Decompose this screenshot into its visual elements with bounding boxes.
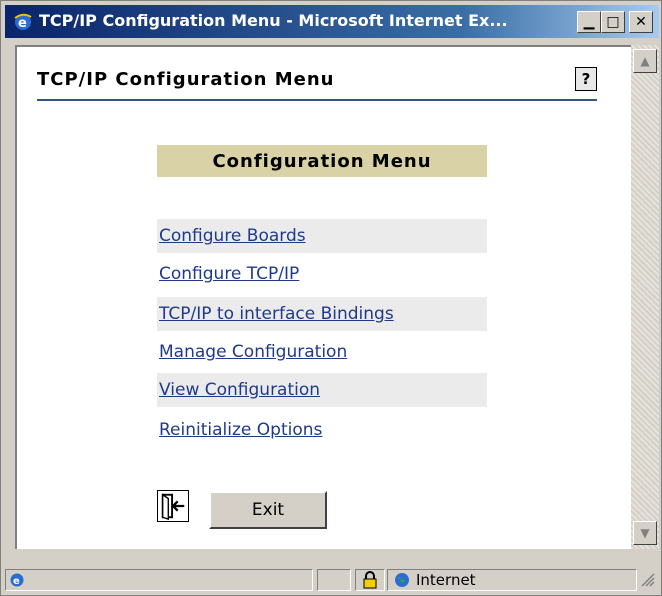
globe-icon bbox=[395, 573, 409, 587]
menu-item-tcpip-bindings: TCP/IP to interface Bindings bbox=[157, 297, 487, 331]
close-icon: ✕ bbox=[635, 14, 647, 30]
vertical-scrollbar[interactable]: ▲ ▼ bbox=[631, 45, 659, 549]
status-bar: e Internet bbox=[5, 568, 659, 593]
manage-configuration-link[interactable]: Manage Configuration bbox=[159, 342, 347, 362]
page-content: TCP/IP Configuration Menu ? Configuratio… bbox=[15, 45, 631, 549]
status-zone-cell: Internet bbox=[387, 569, 637, 591]
resize-grip[interactable] bbox=[637, 569, 659, 591]
zone-label: Internet bbox=[416, 571, 476, 589]
arrow-down-icon: ▼ bbox=[640, 526, 650, 540]
menu-item-view-configuration: View Configuration bbox=[157, 373, 487, 407]
browser-window: e TCP/IP Configuration Menu - Microsoft … bbox=[0, 0, 662, 596]
menu-item-manage-configuration: Manage Configuration bbox=[157, 335, 487, 369]
arrow-up-icon: ▲ bbox=[640, 54, 650, 68]
view-configuration-link[interactable]: View Configuration bbox=[159, 380, 320, 400]
menu-item-configure-tcpip: Configure TCP/IP bbox=[157, 257, 487, 291]
status-main-cell: e bbox=[5, 569, 313, 591]
page-icon: e bbox=[10, 573, 24, 587]
resize-grip-icon bbox=[641, 573, 655, 587]
help-icon[interactable]: ? bbox=[575, 67, 597, 91]
maximize-button[interactable]: □ bbox=[601, 11, 625, 33]
page-header: TCP/IP Configuration Menu ? bbox=[37, 67, 597, 101]
menu-header: Configuration Menu bbox=[157, 145, 487, 177]
title-bar[interactable]: e TCP/IP Configuration Menu - Microsoft … bbox=[5, 5, 659, 38]
configure-boards-link[interactable]: Configure Boards bbox=[159, 226, 306, 246]
close-button[interactable]: ✕ bbox=[629, 11, 653, 33]
minimize-icon: ▁ bbox=[583, 14, 595, 30]
internet-explorer-icon: e bbox=[14, 13, 32, 31]
menu-item-configure-boards: Configure Boards bbox=[157, 219, 487, 253]
svg-text:e: e bbox=[13, 576, 20, 587]
menu-item-reinitialize-options: Reinitialize Options bbox=[157, 413, 487, 447]
lock-icon bbox=[363, 571, 377, 589]
maximize-icon: □ bbox=[606, 14, 620, 30]
page-title: TCP/IP Configuration Menu bbox=[37, 69, 335, 90]
status-security-cell bbox=[355, 569, 385, 591]
exit-button[interactable]: Exit bbox=[209, 491, 327, 529]
minimize-button[interactable]: ▁ bbox=[577, 11, 601, 33]
scroll-down-button[interactable]: ▼ bbox=[633, 521, 657, 545]
window-title: TCP/IP Configuration Menu - Microsoft In… bbox=[39, 11, 508, 30]
configure-tcpip-link[interactable]: Configure TCP/IP bbox=[159, 264, 299, 284]
tcpip-bindings-link[interactable]: TCP/IP to interface Bindings bbox=[159, 304, 394, 324]
status-progress-cell bbox=[317, 569, 351, 591]
exit-icon[interactable] bbox=[157, 490, 189, 522]
reinitialize-options-link[interactable]: Reinitialize Options bbox=[159, 420, 322, 440]
svg-text:e: e bbox=[18, 16, 27, 31]
scroll-up-button[interactable]: ▲ bbox=[633, 49, 657, 73]
